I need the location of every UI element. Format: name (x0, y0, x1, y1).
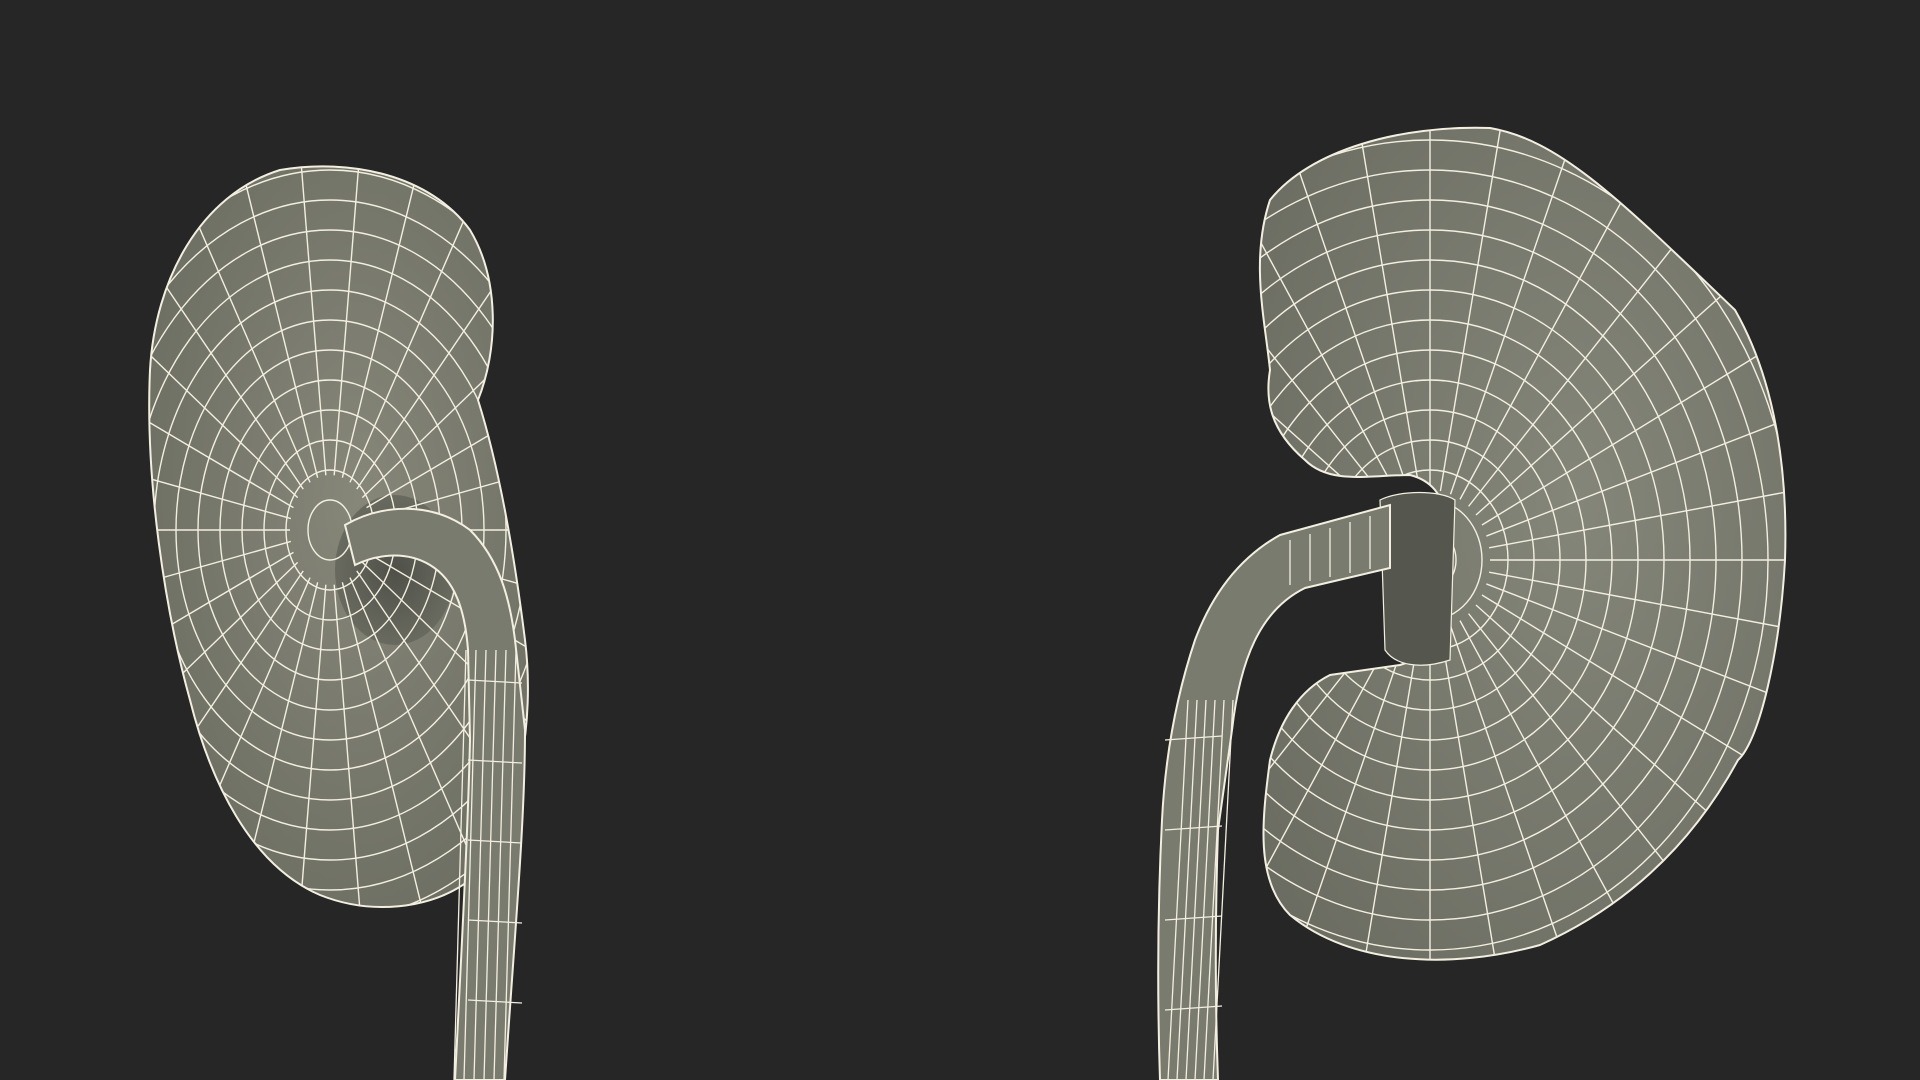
right-kidney-hilum (1379, 491, 1456, 666)
render-viewport (0, 0, 1920, 1080)
